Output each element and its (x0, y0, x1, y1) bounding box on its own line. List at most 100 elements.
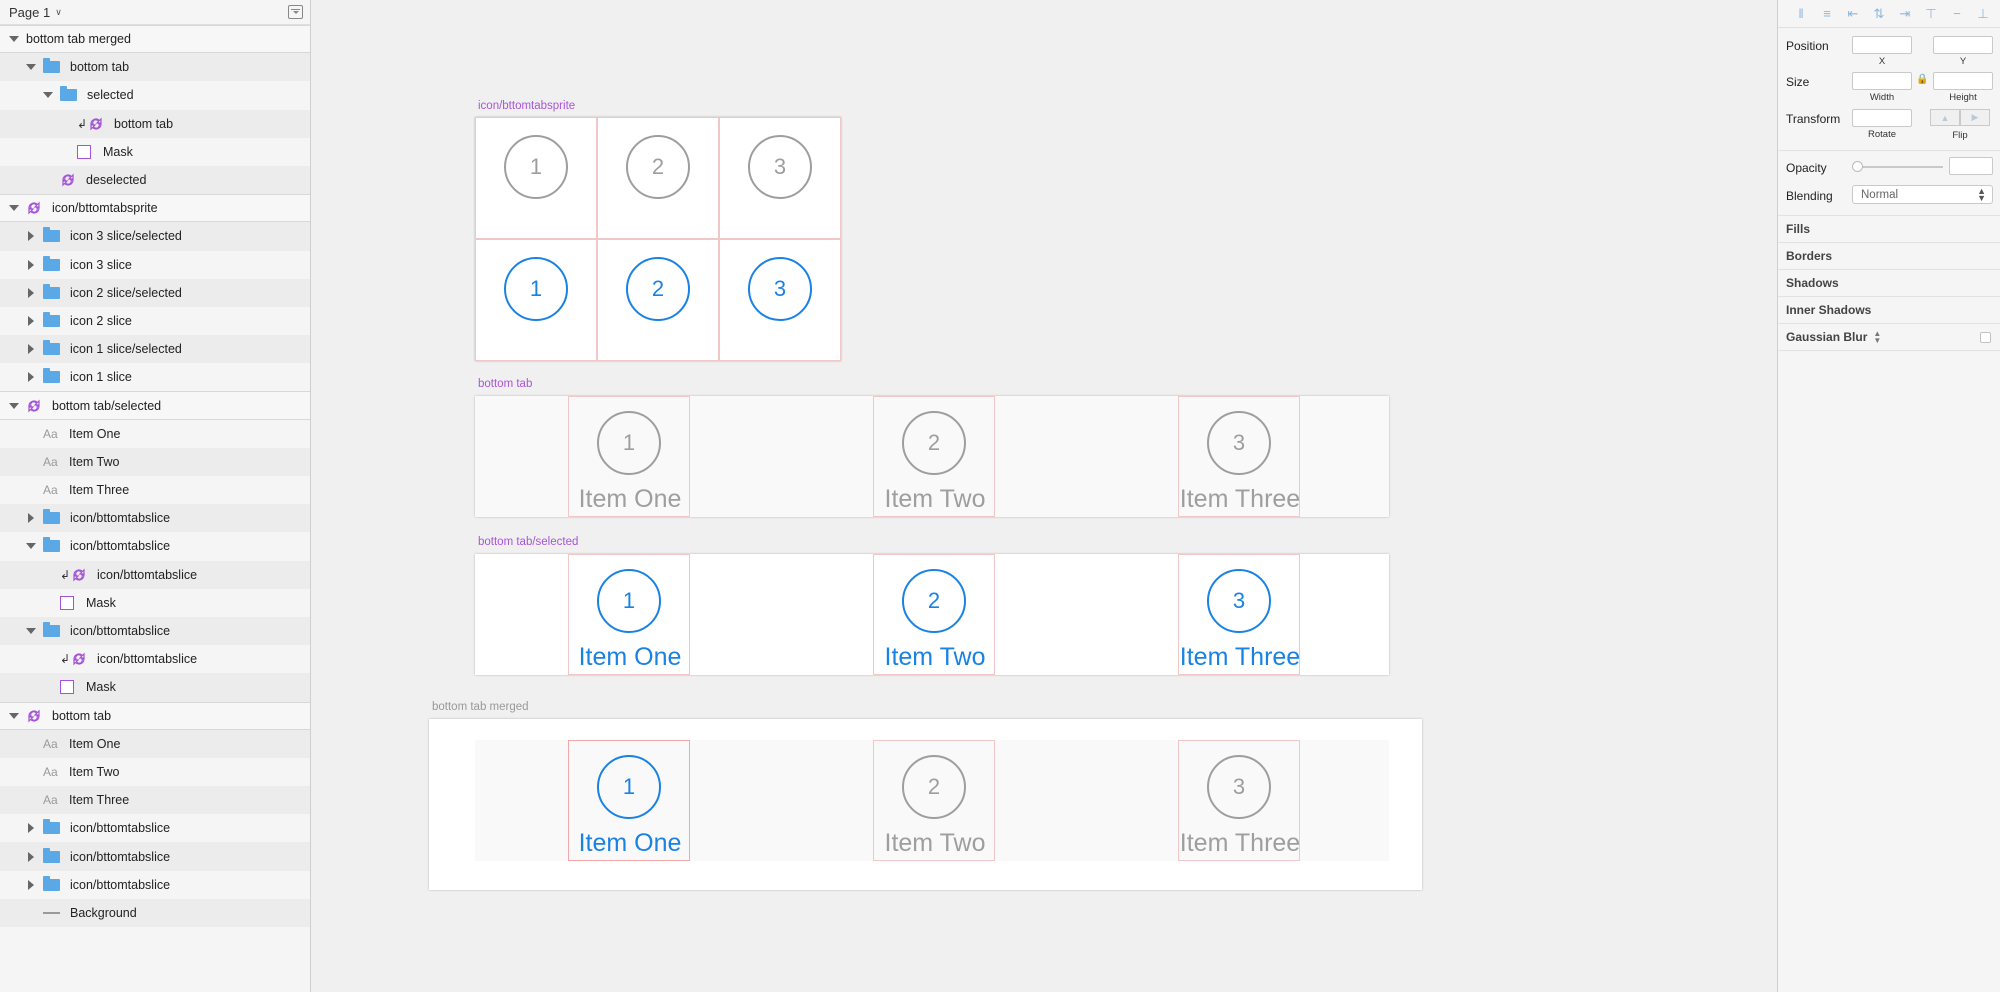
layer-row[interactable]: Aa Item Two (0, 447, 310, 476)
layer-row[interactable]: icon 1 slice (0, 363, 310, 391)
layer-row[interactable]: icon 3 slice (0, 251, 310, 279)
fills-section[interactable]: Fills (1778, 216, 2000, 243)
disclosure-expanded-icon[interactable] (8, 33, 20, 45)
layer-row[interactable]: icon/bttomtabslice (0, 871, 310, 899)
borders-section[interactable]: Borders (1778, 243, 2000, 270)
collapse-page-icon[interactable] (288, 5, 303, 19)
layer-row[interactable]: bottom tab (0, 53, 310, 82)
opacity-input[interactable] (1949, 157, 1993, 175)
text-layer-icon: Aa (43, 764, 58, 779)
align-middle-icon[interactable]: − (1944, 6, 1970, 21)
artboard-bottom-tab[interactable]: 1 Item One 2 Item Two 3 Item Three (475, 396, 1389, 517)
height-input[interactable] (1933, 72, 1993, 90)
layer-row[interactable]: icon/bttomtabslice (0, 842, 310, 871)
layer-row[interactable]: icon 2 slice (0, 307, 310, 335)
disclosure-expanded-icon[interactable] (42, 89, 54, 101)
artboard-label-bottom-tab[interactable]: bottom tab (478, 378, 532, 390)
layer-row[interactable]: icon/bttomtabsprite (0, 194, 310, 223)
align-bottom-icon[interactable]: ⊥ (1970, 6, 1996, 21)
disclosure-expanded-icon[interactable] (25, 625, 37, 637)
layer-row[interactable]: deselected (0, 165, 310, 195)
width-input[interactable] (1852, 72, 1912, 90)
gaussian-blur-section[interactable]: Gaussian Blur ▲ ▼ (1778, 324, 2000, 351)
canvas[interactable]: icon/bttomtabsprite 1 2 3 1 2 3 bottom t… (312, 0, 1777, 992)
distribute-horizontal-icon[interactable]: ‖ (1788, 6, 1814, 21)
flip-horizontal-button[interactable]: ▲ (1930, 109, 1960, 126)
artboard-bottom-tab-selected[interactable]: 1 Item One 2 Item Two 3 Item Three (475, 554, 1389, 675)
layer-row[interactable]: Background (0, 898, 310, 927)
artboard-merged[interactable]: 1 Item One 2 Item Two 3 Item Three (429, 719, 1422, 890)
layer-row[interactable]: icon/bttomtabslice (0, 616, 310, 646)
disclosure-collapsed-icon[interactable] (25, 230, 37, 242)
shadows-section[interactable]: Shadows (1778, 270, 2000, 297)
blending-select[interactable]: Normal ▲ ▼ (1852, 185, 1993, 204)
disclosure-expanded-icon[interactable] (8, 710, 20, 722)
layer-name: selected (87, 88, 134, 103)
artboard-label-merged[interactable]: bottom tab merged (432, 701, 529, 713)
blur-type-arrows-icon[interactable]: ▲ ▼ (1873, 330, 1881, 345)
inner-shadows-section[interactable]: Inner Shadows (1778, 297, 2000, 324)
layer-row[interactable]: icon 1 slice/selected (0, 335, 310, 364)
layer-row[interactable]: icon/bttomtabslice (0, 814, 310, 842)
layer-row[interactable]: icon/bttomtabslice (0, 532, 310, 560)
disclosure-expanded-icon[interactable] (8, 400, 20, 412)
layer-row[interactable]: Mask (0, 589, 310, 617)
disclosure-collapsed-icon[interactable] (25, 287, 37, 299)
align-right-icon[interactable]: ⇥ (1892, 6, 1918, 21)
disclosure-collapsed-icon[interactable] (25, 879, 37, 891)
align-left-icon[interactable]: ⇤ (1840, 6, 1866, 21)
disclosure-collapsed-icon[interactable] (25, 371, 37, 383)
lock-icon[interactable]: 🔒 (1916, 74, 1928, 85)
layer-row[interactable]: ↲ icon/bttomtabslice (0, 645, 310, 673)
disclosure-collapsed-icon[interactable] (25, 315, 37, 327)
disclosure-collapsed-icon[interactable] (25, 512, 37, 524)
position-x-input[interactable] (1852, 36, 1912, 54)
layer-row[interactable]: ↲ icon/bttomtabslice (0, 560, 310, 589)
layer-row[interactable]: icon 2 slice/selected (0, 278, 310, 307)
artboard-sprite[interactable]: 1 2 3 1 2 3 (475, 117, 841, 361)
distribute-vertical-icon[interactable]: ≡ (1814, 6, 1840, 21)
number-1-selected-icon: 1 (504, 257, 568, 321)
layer-row[interactable]: selected (0, 81, 310, 109)
layer-row[interactable]: icon/bttomtabslice (0, 504, 310, 533)
disclosure-expanded-icon[interactable] (25, 540, 37, 552)
layer-row[interactable]: bottom tab merged (0, 25, 310, 54)
layer-row[interactable]: ↲ bottom tab (0, 109, 310, 138)
tab-label-item-two: Item Two (884, 485, 986, 513)
symbol-icon (60, 172, 76, 188)
align-toolbar: ‖ ≡ ⇤ ⇅ ⇥ ⊤ − ⊥ (1778, 0, 2000, 28)
layer-row[interactable]: Aa Item One (0, 729, 310, 758)
disclosure-collapsed-icon[interactable] (25, 343, 37, 355)
align-top-icon[interactable]: ⊤ (1918, 6, 1944, 21)
page-selector[interactable]: Page 1 ∨ (0, 0, 310, 25)
disclosure-collapsed-icon[interactable] (25, 851, 37, 863)
align-center-icon[interactable]: ⇅ (1866, 6, 1892, 21)
divider (1778, 150, 2000, 151)
disclosure-collapsed-icon[interactable] (25, 822, 37, 834)
layer-row[interactable]: Mask (0, 138, 310, 166)
layer-row[interactable]: Aa Item Three (0, 476, 310, 504)
opacity-slider[interactable] (1857, 166, 1943, 168)
mask-shape-icon (60, 680, 74, 695)
layer-row[interactable]: Aa Item Two (0, 758, 310, 786)
artboard-label-bottom-tab-selected[interactable]: bottom tab/selected (478, 536, 578, 548)
layer-row[interactable]: bottom tab/selected (0, 391, 310, 420)
layer-row[interactable]: Mask (0, 673, 310, 702)
gaussian-blur-checkbox[interactable] (1980, 332, 1991, 343)
disclosure-expanded-icon[interactable] (25, 61, 37, 73)
rotate-input[interactable] (1852, 109, 1912, 127)
artboard-label-sprite[interactable]: icon/bttomtabsprite (478, 100, 575, 112)
disclosure-expanded-icon[interactable] (8, 202, 20, 214)
flip-vertical-button[interactable]: ▶ (1960, 109, 1990, 126)
layer-row[interactable]: icon 3 slice/selected (0, 222, 310, 251)
layer-row[interactable]: Aa Item Three (0, 786, 310, 815)
layer-row[interactable]: Aa Item One (0, 420, 310, 448)
disclosure-collapsed-icon[interactable] (25, 259, 37, 271)
position-y-input[interactable] (1933, 36, 1993, 54)
layer-row[interactable]: bottom tab (0, 701, 310, 730)
opacity-slider-knob[interactable] (1852, 161, 1863, 172)
